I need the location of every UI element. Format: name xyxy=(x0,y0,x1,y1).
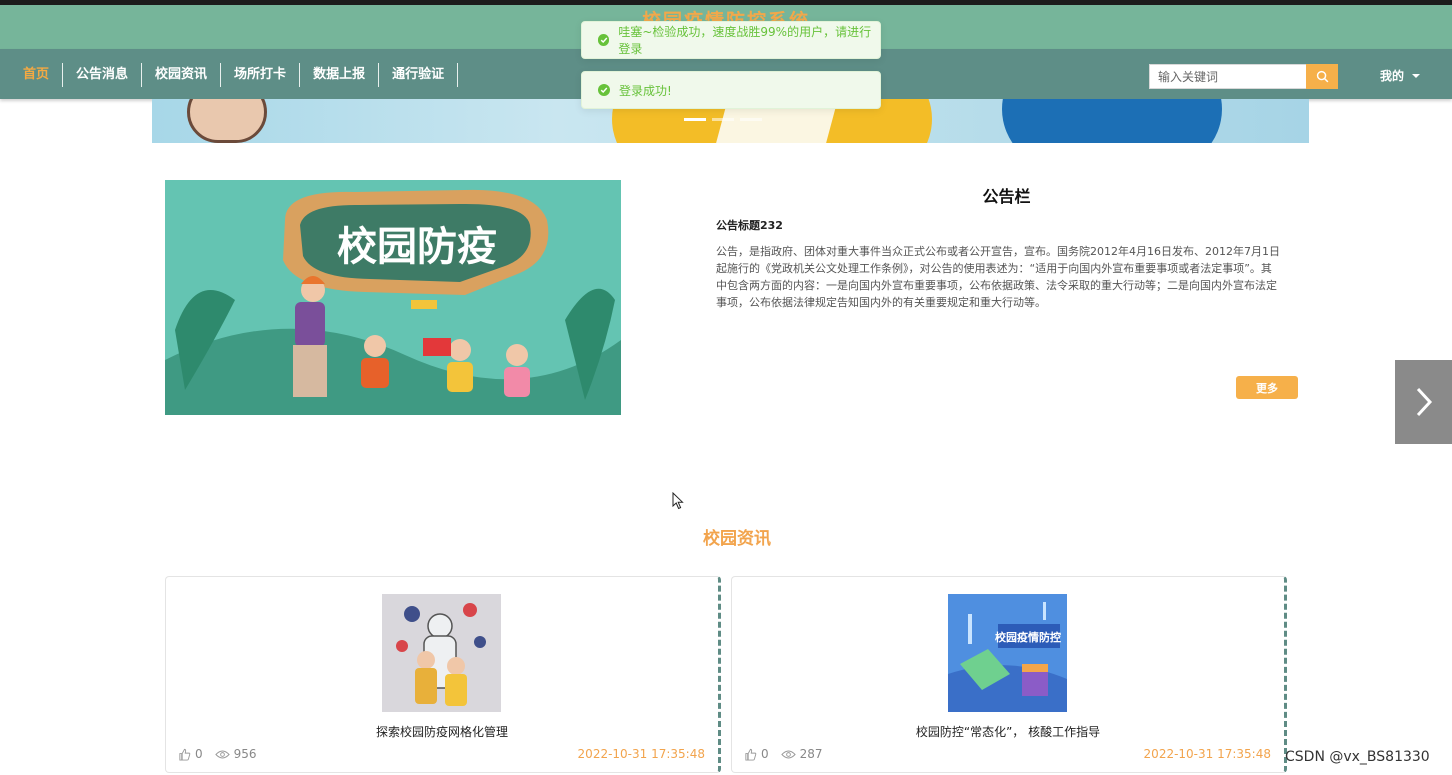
news-thumbnail xyxy=(382,594,501,712)
chevron-right-icon xyxy=(1416,387,1432,417)
news-thumbnail: 校园疫情防控 xyxy=(948,594,1067,712)
news-card[interactable]: 校园疫情防控 校园防控“常态化”， 核酸工作指导 0 287 2022-10-3… xyxy=(731,576,1287,773)
nav-menu: 首页 公告消息 校园资讯 场所打卡 数据上报 通行验证 xyxy=(10,63,459,87)
like-count: 0 xyxy=(761,747,769,761)
watermark-text: CSDN @vx_BS81330 xyxy=(1285,749,1430,765)
news-thumbnail-text: 校园疫情防控 xyxy=(995,630,1061,644)
thumbs-up-icon[interactable] xyxy=(178,748,191,761)
news-stats: 0 287 xyxy=(744,747,823,761)
success-toast: 登录成功! xyxy=(581,71,881,109)
user-menu-dropdown[interactable]: 我的 xyxy=(1380,67,1421,84)
toast-message: 登录成功! xyxy=(619,83,672,98)
toast-message: 哇塞~检验成功，速度战胜99%的用户，请进行登录 xyxy=(618,25,872,56)
check-circle-icon xyxy=(598,84,610,96)
nav-item-data-report[interactable]: 数据上报 xyxy=(300,63,380,87)
view-count: 287 xyxy=(799,747,823,761)
user-menu-label: 我的 xyxy=(1380,69,1405,83)
banner-illustration-shape xyxy=(1002,99,1222,143)
news-date: 2022-10-31 17:35:48 xyxy=(577,747,705,761)
campus-news-section-title: 校园资讯 xyxy=(703,529,771,549)
notice-image[interactable]: 校园防疫 xyxy=(165,180,621,415)
like-count: 0 xyxy=(195,747,203,761)
news-card[interactable]: 探索校园防疫网格化管理 0 956 2022-10-31 17:35:48 xyxy=(165,576,721,773)
success-toast: 哇塞~检验成功，速度战胜99%的用户，请进行登录 xyxy=(581,21,881,59)
banner-illustration-person xyxy=(187,99,267,143)
search-button[interactable] xyxy=(1306,64,1338,89)
thumbs-up-icon[interactable] xyxy=(744,748,757,761)
eye-icon xyxy=(780,750,796,758)
news-thumbnail-illustration xyxy=(382,594,501,712)
view-count: 956 xyxy=(233,747,257,761)
search-icon xyxy=(1316,70,1328,83)
news-stats: 0 956 xyxy=(178,747,257,761)
nav-item-checkin[interactable]: 场所打卡 xyxy=(221,63,301,87)
carousel-dot[interactable] xyxy=(684,118,706,121)
next-slide-button[interactable] xyxy=(1395,360,1452,444)
news-thumbnail-illustration: 校园疫情防控 xyxy=(948,594,1067,712)
mouse-cursor-icon xyxy=(672,492,684,510)
news-title[interactable]: 探索校园防疫网格化管理 xyxy=(166,723,718,740)
carousel-dot[interactable] xyxy=(740,118,762,121)
more-button[interactable]: 更多 xyxy=(1236,376,1298,399)
nav-item-pass-verify[interactable]: 通行验证 xyxy=(379,63,459,87)
nav-item-campus-news[interactable]: 校园资讯 xyxy=(142,63,222,87)
notice-item-content: 公告，是指政府、团体对重大事件当众正式公布或者公开宣告，宣布。国务院2012年4… xyxy=(716,245,1280,309)
notice-item-title[interactable]: 公告标题232 xyxy=(716,217,783,233)
notice-image-text: 校园防疫 xyxy=(337,224,497,270)
nav-item-home[interactable]: 首页 xyxy=(10,63,64,87)
carousel-indicators xyxy=(684,118,762,121)
notice-board-heading: 公告栏 xyxy=(982,187,1031,206)
search-input[interactable] xyxy=(1149,64,1307,89)
check-circle-icon xyxy=(598,34,610,46)
nav-item-announcements[interactable]: 公告消息 xyxy=(63,63,143,87)
chevron-down-icon xyxy=(1412,73,1421,78)
campus-epidemic-illustration: 校园防疫 xyxy=(165,180,621,415)
carousel-dot[interactable] xyxy=(712,118,734,121)
eye-icon xyxy=(214,750,230,758)
news-title[interactable]: 校园防控“常态化”， 核酸工作指导 xyxy=(732,723,1284,740)
news-date: 2022-10-31 17:35:48 xyxy=(1143,747,1271,761)
